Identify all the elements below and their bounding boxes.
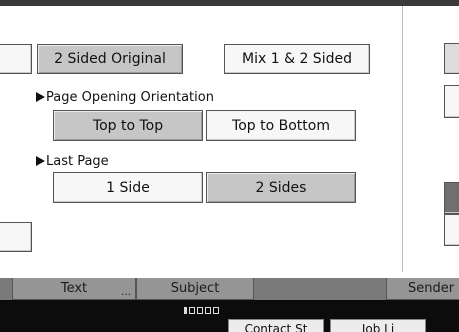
last-page-heading: Last Page bbox=[36, 153, 109, 169]
top-to-bottom-button[interactable]: Top to Bottom bbox=[206, 110, 356, 141]
right-partial-button-3[interactable] bbox=[444, 182, 459, 214]
panel-divider bbox=[402, 6, 403, 272]
tab-text-label: Text bbox=[60, 281, 88, 296]
section-arrow-icon bbox=[36, 92, 45, 102]
tab-bar: Text … Subject Sender bbox=[0, 278, 459, 300]
right-partial-button-4[interactable] bbox=[444, 214, 459, 246]
top-border bbox=[0, 0, 459, 6]
job-list-button[interactable]: Job Li bbox=[330, 319, 426, 332]
memory-status-icon bbox=[184, 307, 219, 314]
left-partial-button-bottom[interactable] bbox=[0, 222, 32, 252]
left-partial-button-top[interactable] bbox=[0, 44, 32, 74]
more-dots-icon: … bbox=[121, 287, 131, 298]
one-side-button[interactable]: 1 Side bbox=[53, 172, 203, 203]
tab-subject[interactable]: Subject bbox=[136, 278, 254, 300]
status-bar: Contact St Job Li bbox=[0, 300, 459, 332]
tab-sender-label: Sender bbox=[407, 281, 455, 296]
two-sides-button[interactable]: 2 Sides bbox=[206, 172, 356, 203]
tab-text[interactable]: Text … bbox=[12, 278, 136, 300]
mix-one-two-sided-button[interactable]: Mix 1 & 2 Sided bbox=[224, 44, 370, 74]
tab-subject-label: Subject bbox=[170, 281, 220, 296]
two-sided-original-button[interactable]: 2 Sided Original bbox=[37, 44, 183, 74]
section-arrow-icon bbox=[36, 156, 45, 166]
right-partial-button-1[interactable] bbox=[444, 43, 459, 74]
last-page-label: Last Page bbox=[46, 153, 109, 169]
top-to-top-button[interactable]: Top to Top bbox=[53, 110, 203, 141]
right-partial-button-2[interactable] bbox=[444, 85, 459, 118]
fax-options-screen: 2 Sided Original Mix 1 & 2 Sided Page Op… bbox=[0, 0, 459, 332]
page-opening-orientation-label: Page Opening Orientation bbox=[46, 89, 214, 105]
contact-status-button[interactable]: Contact St bbox=[228, 319, 324, 332]
tab-sender[interactable]: Sender bbox=[386, 278, 459, 300]
page-opening-orientation-heading: Page Opening Orientation bbox=[36, 89, 214, 105]
